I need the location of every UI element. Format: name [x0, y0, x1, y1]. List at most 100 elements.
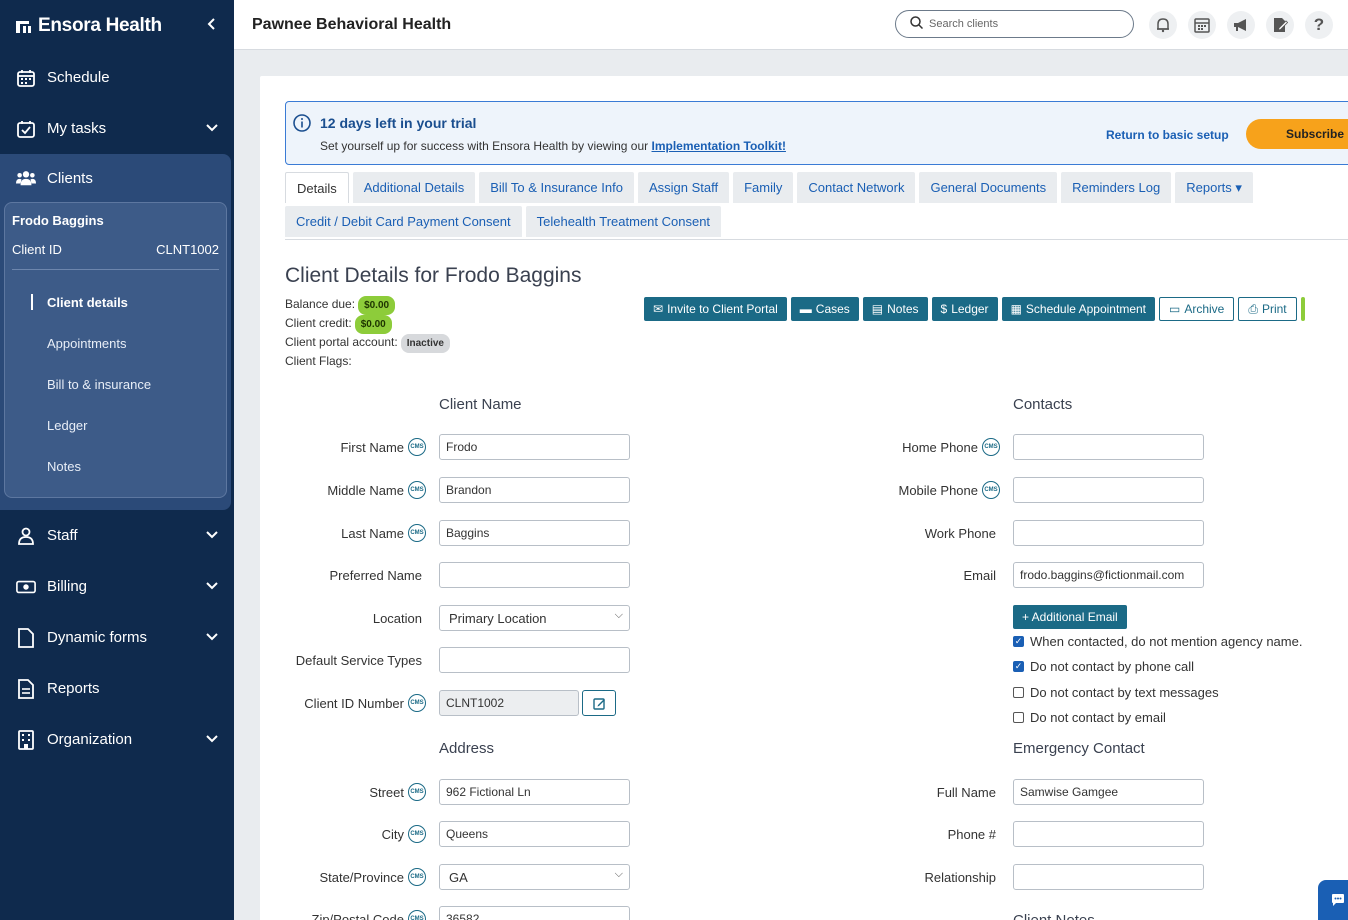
email-input[interactable]: frodo.baggins@fictionmail.com — [1013, 562, 1204, 588]
top-bar: Pawnee Behavioral Health Search clients … — [234, 0, 1348, 50]
invite-label: Invite to Client Portal — [667, 302, 778, 316]
last-name-row: Last Name CMS — [260, 520, 426, 546]
invite-portal-button[interactable]: ✉ Invite to Client Portal — [644, 297, 787, 321]
megaphone-icon[interactable] — [1227, 11, 1255, 39]
tab-contact-network[interactable]: Contact Network — [797, 172, 916, 203]
tab-general-documents[interactable]: General Documents — [919, 172, 1058, 203]
tab-assign-staff[interactable]: Assign Staff — [637, 172, 730, 203]
search-input[interactable]: Search clients — [895, 10, 1134, 38]
nav-schedule[interactable]: Schedule — [0, 52, 234, 103]
email-label: Email — [963, 567, 996, 583]
home-phone-label-text: Home Phone — [902, 439, 978, 455]
bell-icon[interactable] — [1149, 11, 1177, 39]
credit-badge: $0.00 — [354, 315, 392, 334]
client-id-row: Client ID Number CMS — [260, 690, 426, 716]
checkbox-checked-icon[interactable]: ✓ — [1013, 636, 1024, 647]
checkbox-no-email[interactable]: Do not contact by email — [1013, 710, 1166, 725]
tab-bill-to-insurance[interactable]: Bill To & Insurance Info — [479, 172, 634, 203]
edit-document-icon[interactable] — [1266, 11, 1294, 39]
chat-button[interactable] — [1318, 880, 1348, 920]
print-button[interactable]: ⎙ Print — [1238, 297, 1297, 321]
nav-reports[interactable]: Reports — [0, 663, 234, 714]
archive-button[interactable]: ▭ Archive — [1159, 297, 1235, 321]
checkbox-label: Do not contact by text messages — [1030, 685, 1219, 700]
client-sub-ledger[interactable]: Ledger — [12, 405, 219, 446]
client-sub-bill-to[interactable]: Bill to & insurance — [12, 364, 219, 405]
middle-name-input[interactable]: Brandon — [439, 477, 630, 503]
nav-billing[interactable]: Billing — [0, 561, 234, 612]
archive-label: Archive — [1184, 302, 1225, 316]
schedule-appointment-button[interactable]: ▦ Schedule Appointment — [1001, 297, 1155, 321]
help-icon[interactable]: ? — [1305, 11, 1333, 39]
tab-reminders-log[interactable]: Reminders Log — [1061, 172, 1172, 203]
tab-additional-details[interactable]: Additional Details — [352, 172, 476, 203]
trial-banner: 12 days left in your trial Set yourself … — [285, 101, 1348, 165]
info-icon — [293, 114, 311, 137]
tab-telehealth-consent[interactable]: Telehealth Treatment Consent — [525, 206, 722, 237]
first-name-label-text: First Name — [340, 439, 404, 455]
location-label: Location — [372, 610, 422, 626]
additional-email-button[interactable]: + Additional Email — [1013, 605, 1127, 629]
mobile-phone-input[interactable] — [1013, 477, 1204, 503]
service-types-input[interactable] — [439, 647, 630, 673]
edit-client-id-button[interactable] — [582, 690, 616, 716]
nav-my-tasks[interactable]: My tasks — [0, 103, 234, 154]
work-phone-input[interactable] — [1013, 520, 1204, 546]
client-sub-details[interactable]: Client details — [12, 282, 219, 323]
street-input[interactable]: 962 Fictional Ln — [439, 779, 630, 805]
em-phone-input[interactable] — [1013, 821, 1204, 847]
location-select[interactable]: Primary Location — [439, 605, 630, 631]
nav-staff[interactable]: Staff — [0, 510, 234, 561]
return-to-setup-link[interactable]: Return to basic setup — [1106, 128, 1229, 142]
tab-card-payment-consent[interactable]: Credit / Debit Card Payment Consent — [285, 206, 522, 237]
checkbox-no-agency-name[interactable]: ✓ When contacted, do not mention agency n… — [1013, 634, 1302, 649]
nav-organization[interactable]: Organization — [0, 714, 234, 765]
client-flags-label: Client Flags: — [285, 354, 352, 368]
nav-label: Billing — [47, 578, 88, 595]
extra-action-button[interactable] — [1300, 297, 1305, 321]
client-id-label-text: Client ID Number — [304, 695, 404, 711]
checkbox-no-phone-call[interactable]: ✓ Do not contact by phone call — [1013, 659, 1194, 674]
preferred-name-input[interactable] — [439, 562, 630, 588]
checkbox-unchecked-icon[interactable] — [1013, 687, 1024, 698]
nav-clients[interactable]: Clients — [0, 154, 231, 202]
chevron-down-icon — [206, 731, 218, 748]
brand-logo[interactable]: Ensora Health — [16, 15, 162, 37]
notes-button[interactable]: ▤ Notes — [862, 297, 928, 321]
client-name: Frodo Baggins — [12, 213, 104, 228]
envelope-icon: ✉ — [653, 302, 664, 316]
last-name-input[interactable]: Baggins — [439, 520, 630, 546]
checkbox-checked-icon[interactable]: ✓ — [1013, 661, 1024, 672]
ledger-button[interactable]: $ Ledger — [931, 297, 998, 321]
city-label-text: City — [381, 826, 404, 842]
mobile-phone-label-text: Mobile Phone — [898, 482, 979, 498]
state-label-text: State/Province — [319, 869, 404, 885]
calendar-icon[interactable] — [1188, 11, 1216, 39]
cms-icon: CMS — [408, 783, 426, 801]
cases-button[interactable]: ▬ Cases — [790, 297, 859, 321]
em-relationship-input[interactable] — [1013, 864, 1204, 890]
tab-reports-dropdown[interactable]: Reports ▾ — [1175, 172, 1253, 203]
subscribe-button[interactable]: Subscribe — [1246, 119, 1348, 149]
implementation-toolkit-link[interactable]: Implementation Toolkit! — [652, 139, 786, 153]
client-notes-section-title: Client Notes — [1013, 912, 1095, 920]
chat-icon — [1332, 894, 1344, 906]
client-sub-notes[interactable]: Notes — [12, 446, 219, 487]
client-sub-appointments[interactable]: Appointments — [12, 323, 219, 364]
collapse-sidebar-button[interactable] — [206, 17, 218, 35]
nav-label: Organization — [47, 731, 133, 748]
checkbox-unchecked-icon[interactable] — [1013, 712, 1024, 723]
nav-label: My tasks — [47, 120, 107, 137]
client-id-input[interactable]: CLNT1002 — [439, 690, 579, 716]
tab-details[interactable]: Details — [285, 172, 349, 203]
city-input[interactable]: Queens — [439, 821, 630, 847]
home-phone-input[interactable] — [1013, 434, 1204, 460]
em-name-input[interactable]: Samwise Gamgee — [1013, 779, 1204, 805]
nav-dynamic-forms[interactable]: Dynamic forms — [0, 612, 234, 663]
location-row: Location — [260, 605, 422, 631]
first-name-input[interactable]: Frodo — [439, 434, 630, 460]
state-select[interactable]: GA — [439, 864, 630, 890]
tab-family[interactable]: Family — [733, 172, 794, 203]
checkbox-no-text[interactable]: Do not contact by text messages — [1013, 685, 1219, 700]
zip-input[interactable]: 36582 — [439, 906, 630, 920]
